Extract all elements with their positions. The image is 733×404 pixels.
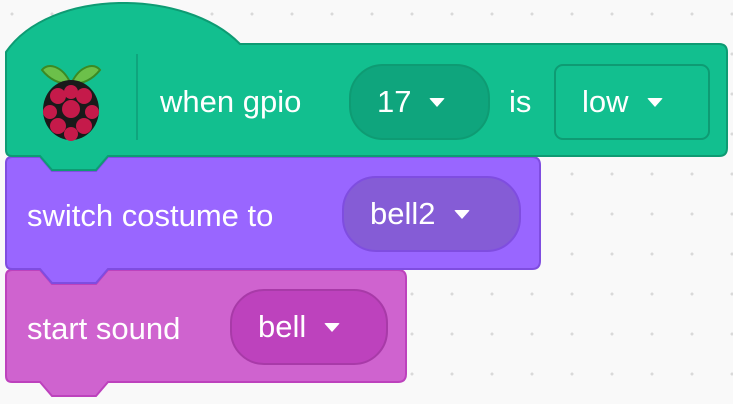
gpio-state-dropdown[interactable]: low	[554, 64, 710, 140]
start-sound-label: start sound	[27, 311, 181, 346]
chevron-down-icon	[324, 322, 341, 332]
gpio-pin-dropdown[interactable]: 17	[349, 64, 490, 140]
is-label: is	[509, 84, 532, 119]
chevron-down-icon	[646, 97, 663, 107]
raspberry-pi-icon	[36, 56, 106, 146]
chevron-down-icon	[429, 97, 446, 107]
costume-dropdown[interactable]: bell2	[342, 176, 521, 252]
sound-value: bell	[258, 309, 307, 344]
costume-value: bell2	[370, 196, 436, 231]
gpio-state-value: low	[582, 84, 629, 119]
when-gpio-label: when gpio	[160, 84, 302, 119]
hat-divider	[136, 54, 138, 140]
gpio-pin-value: 17	[377, 84, 412, 119]
chevron-down-icon	[453, 209, 470, 219]
switch-costume-label: switch costume to	[27, 198, 274, 233]
sound-dropdown[interactable]: bell	[230, 289, 388, 365]
